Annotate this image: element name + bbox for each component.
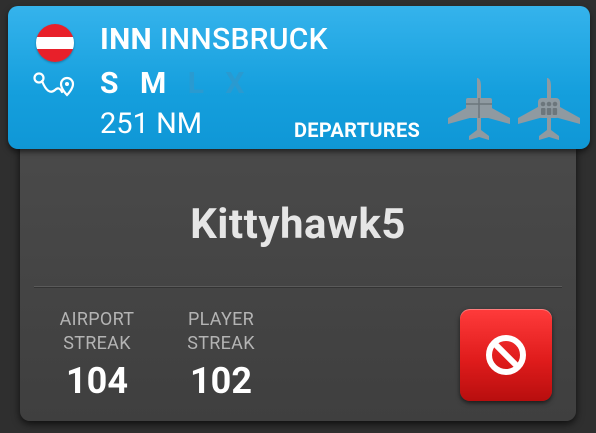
airport-header-card[interactable]: INN INNSBRUCK S M L X 251 NM DEPARTURES (8, 6, 590, 149)
austria-flag-icon (36, 24, 74, 62)
game-screen: INNINNSBRUCK S M L X 251 NM DEPARTURES (0, 0, 596, 433)
player-streak: PLAYER STREAK 102 (166, 308, 276, 402)
aircraft-size-classes: S M L X (100, 66, 258, 101)
airport-name: INNSBRUCK (160, 22, 328, 57)
size-class-m: M (139, 66, 167, 101)
route-icon (33, 72, 75, 97)
size-class-l: L (187, 66, 204, 101)
player-card: Kittyhawk5 AIRPORT STREAK 104 PLAYER STR… (20, 140, 576, 421)
passenger-plane-icon (518, 78, 580, 140)
airport-code: INN (100, 22, 153, 57)
airport-streak-value: 104 (66, 360, 128, 402)
distance-label: 251 NM (100, 107, 203, 141)
prohibited-icon (486, 335, 526, 375)
size-class-s: S (100, 66, 119, 101)
airport-title: INN INNSBRUCK (100, 22, 328, 57)
departures-label: DEPARTURES (294, 118, 421, 142)
airport-streak: AIRPORT STREAK 104 (42, 308, 152, 402)
player-streak-label: PLAYER STREAK (187, 309, 255, 354)
cargo-plane-icon (448, 78, 510, 140)
size-class-x: X (225, 66, 245, 101)
player-name: Kittyhawk5 (190, 200, 406, 249)
airport-streak-label: AIRPORT STREAK (59, 309, 135, 354)
player-streak-value: 102 (190, 360, 252, 402)
cancel-button[interactable] (460, 309, 552, 401)
divider (34, 286, 562, 287)
